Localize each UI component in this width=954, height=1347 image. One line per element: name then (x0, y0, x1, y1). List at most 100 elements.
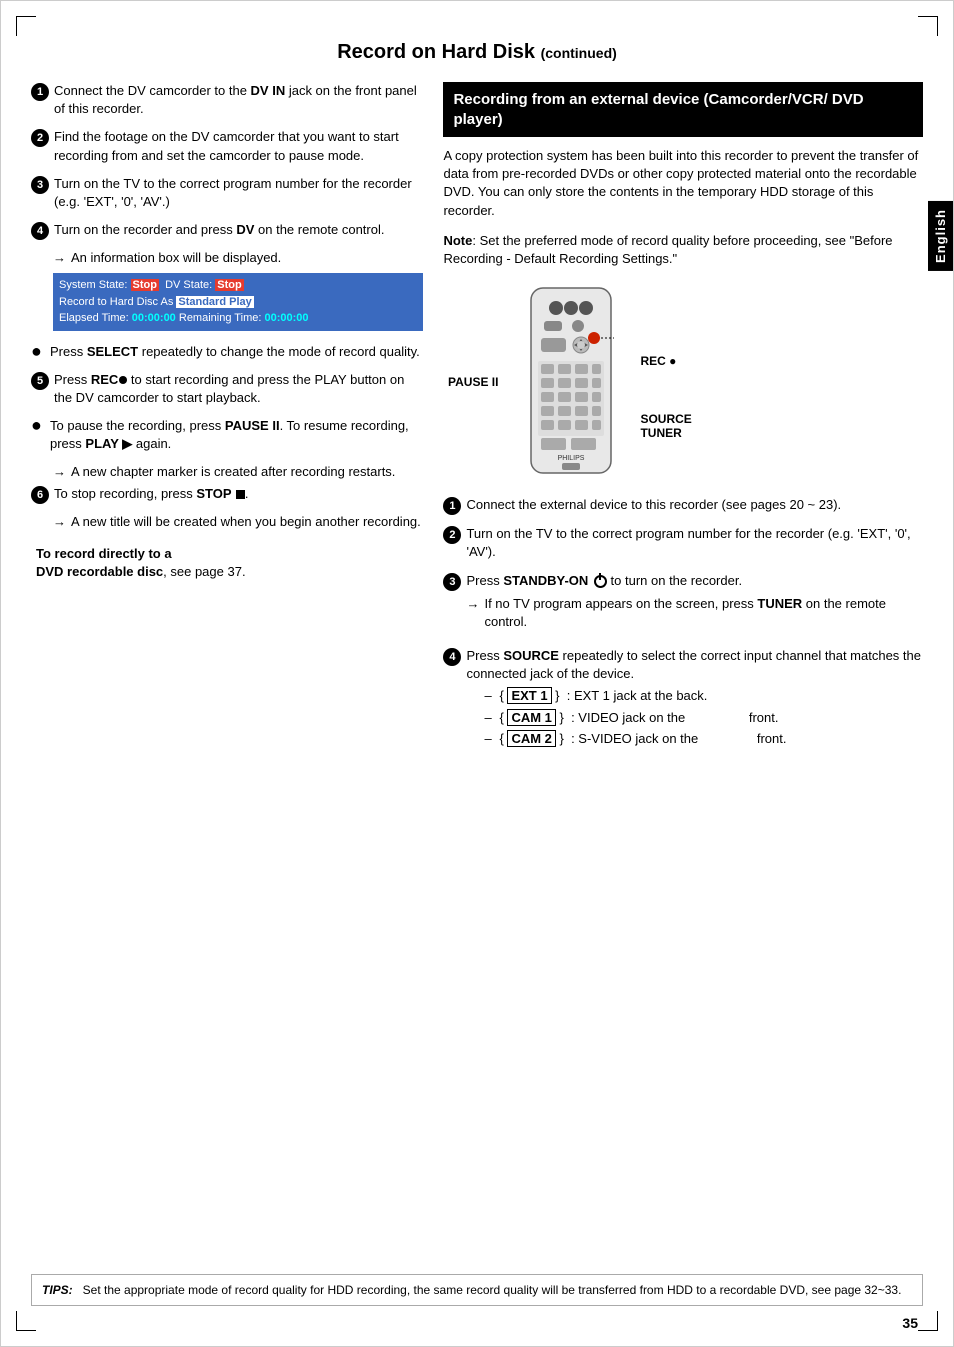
stop2: Stop (215, 279, 243, 291)
corner-mark-br (918, 1311, 938, 1331)
step-4-arrow: → An information box will be displayed. (53, 250, 423, 265)
info-box: System State: Stop DV State: Stop Record… (53, 273, 423, 331)
right-step-3-arrow-text: If no TV program appears on the screen, … (484, 595, 923, 631)
rec-dot (119, 376, 127, 384)
dash-3-content: { CAM 2 } : S-VIDEO jack on the front. (499, 730, 786, 748)
step-4-num: 4 (31, 222, 49, 240)
pause-arrow-text: A new chapter marker is created after re… (71, 464, 395, 479)
tips-text: Set the appropriate mode of record quali… (83, 1281, 902, 1299)
dash-item-2: – { CAM 1 } : VIDEO jack on the front. (484, 709, 923, 727)
standby-icon (594, 575, 607, 588)
title-continued: (continued) (541, 45, 617, 61)
elapsed-time: 00:00:00 (132, 312, 176, 324)
right-step-2: 2 Turn on the TV to the correct program … (443, 525, 923, 561)
step-5-content: Press REC to start recording and press t… (54, 371, 423, 407)
step-6-num: 6 (31, 486, 49, 504)
note-text: Note: Set the preferred mode of record q… (443, 232, 923, 268)
bullet-pause-content: To pause the recording, press PAUSE II. … (50, 417, 423, 453)
remote-container: PAUSE II (443, 283, 923, 481)
bullet-dot-1: ● (31, 342, 45, 360)
title-main: Record on Hard Disk (337, 41, 535, 63)
left-column: 1 Connect the DV camcorder to the DV IN … (31, 82, 423, 761)
dash-2-content: { CAM 1 } : VIDEO jack on the front. (499, 709, 778, 727)
copy-protection-text: A copy protection system has been built … (443, 147, 923, 220)
arrow-icon-2: → (53, 464, 66, 479)
step-4: 4 Turn on the recorder and press DV on t… (31, 221, 423, 240)
tips-label: TIPS: (42, 1281, 73, 1299)
bullet-select: ● Press SELECT repeatedly to change the … (31, 343, 423, 361)
step-6: 6 To stop recording, press STOP . (31, 485, 423, 504)
standard-play: Standard Play (176, 296, 253, 308)
code-ext1: EXT 1 (507, 687, 551, 704)
page-title: Record on Hard Disk (continued) (31, 41, 923, 64)
step-2-num: 2 (31, 129, 49, 147)
step-5-num: 5 (31, 372, 49, 390)
dash-1-content: { EXT 1 } : EXT 1 jack at the back. (499, 687, 707, 705)
step-1-num: 1 (31, 83, 49, 101)
tips-bar: TIPS: Set the appropriate mode of record… (31, 1274, 923, 1306)
section-header: Recording from an external device (Camco… (443, 82, 923, 137)
remote-right-labels: REC ● SOURCE TUNER (640, 317, 691, 447)
svg-text:PHILIPS: PHILIPS (558, 455, 585, 462)
step-4-content: Turn on the recorder and press DV on the… (54, 221, 423, 239)
step-2-content: Find the footage on the DV camcorder tha… (54, 128, 423, 164)
stop-sym (236, 490, 245, 499)
dash-1: – (484, 687, 494, 705)
right-step-3: 3 Press STANDBY-ON to turn on the record… (443, 572, 923, 638)
right-step-1: 1 Connect the external device to this re… (443, 496, 923, 515)
right-step-3-arrow: → If no TV program appears on the screen… (466, 595, 923, 631)
step-6-arrow-text: A new title will be created when you beg… (71, 514, 421, 529)
right-column: Recording from an external device (Camco… (443, 82, 923, 761)
page-number: 35 (902, 1315, 918, 1331)
step-5: 5 Press REC to start recording and press… (31, 371, 423, 407)
stop1: Stop (131, 279, 159, 291)
remote-pause-label: PAUSE II (443, 375, 498, 389)
corner-mark-tl (16, 16, 36, 36)
right-step-3-num: 3 (443, 573, 461, 591)
dash-3: – (484, 730, 494, 748)
code-cam1: CAM 1 (507, 709, 555, 726)
remaining-time: 00:00:00 (264, 312, 308, 324)
pause-arrow: → A new chapter marker is created after … (53, 464, 423, 479)
dash-list: – { EXT 1 } : EXT 1 jack at the back. – … (484, 687, 923, 748)
step-1-content: Connect the DV camcorder to the DV IN ja… (54, 82, 423, 118)
section-header-text: Recording from an external device (Camco… (453, 91, 863, 128)
dash-2: – (484, 709, 494, 727)
step-1: 1 Connect the DV camcorder to the DV IN … (31, 82, 423, 118)
dvd-note: To record directly to aDVD recordable di… (36, 545, 423, 581)
arrow-icon-3: → (53, 514, 66, 529)
two-column-layout: 1 Connect the DV camcorder to the DV IN … (31, 82, 923, 761)
right-step-4: 4 Press SOURCE repeatedly to select the … (443, 647, 923, 751)
info-box-line3: Elapsed Time: 00:00:00 Remaining Time: 0… (59, 310, 417, 327)
english-tab: English (928, 201, 953, 271)
right-step-2-content: Turn on the TV to the correct program nu… (466, 525, 923, 561)
right-step-4-num: 4 (443, 648, 461, 666)
rec-label: REC ● (640, 354, 691, 368)
corner-mark-bl (16, 1311, 36, 1331)
code-cam2: CAM 2 (507, 730, 555, 747)
info-box-line1: System State: Stop DV State: Stop (59, 277, 417, 294)
arrow-icon: → (53, 250, 66, 265)
right-step-4-content: Press SOURCE repeatedly to select the co… (466, 647, 923, 751)
bullet-pause: ● To pause the recording, press PAUSE II… (31, 417, 423, 453)
step-6-content: To stop recording, press STOP . (54, 485, 423, 503)
tuner-label: TUNER (640, 426, 691, 440)
step-3: 3 Turn on the TV to the correct program … (31, 175, 423, 211)
right-step-1-content: Connect the external device to this reco… (466, 496, 923, 514)
dash-item-3: – { CAM 2 } : S-VIDEO jack on the front. (484, 730, 923, 748)
step-2: 2 Find the footage on the DV camcorder t… (31, 128, 423, 164)
right-step-2-num: 2 (443, 526, 461, 544)
source-tuner-labels: SOURCE TUNER (640, 412, 691, 440)
info-box-line2: Record to Hard Disc As Standard Play (59, 294, 417, 311)
step-3-num: 3 (31, 176, 49, 194)
page: English Record on Hard Disk (continued) … (0, 0, 954, 1347)
right-step-1-num: 1 (443, 497, 461, 515)
bullet-select-content: Press SELECT repeatedly to change the mo… (50, 343, 423, 361)
right-step-3-content: Press STANDBY-ON to turn on the recorder… (466, 572, 923, 638)
dash-item-1: – { EXT 1 } : EXT 1 jack at the back. (484, 687, 923, 705)
arrow-icon-4: → (466, 595, 479, 613)
step-3-content: Turn on the TV to the correct program nu… (54, 175, 423, 211)
remote-svg: PHILIPS (506, 283, 636, 481)
corner-mark-tr (918, 16, 938, 36)
step-4-arrow-text: An information box will be displayed. (71, 250, 281, 265)
